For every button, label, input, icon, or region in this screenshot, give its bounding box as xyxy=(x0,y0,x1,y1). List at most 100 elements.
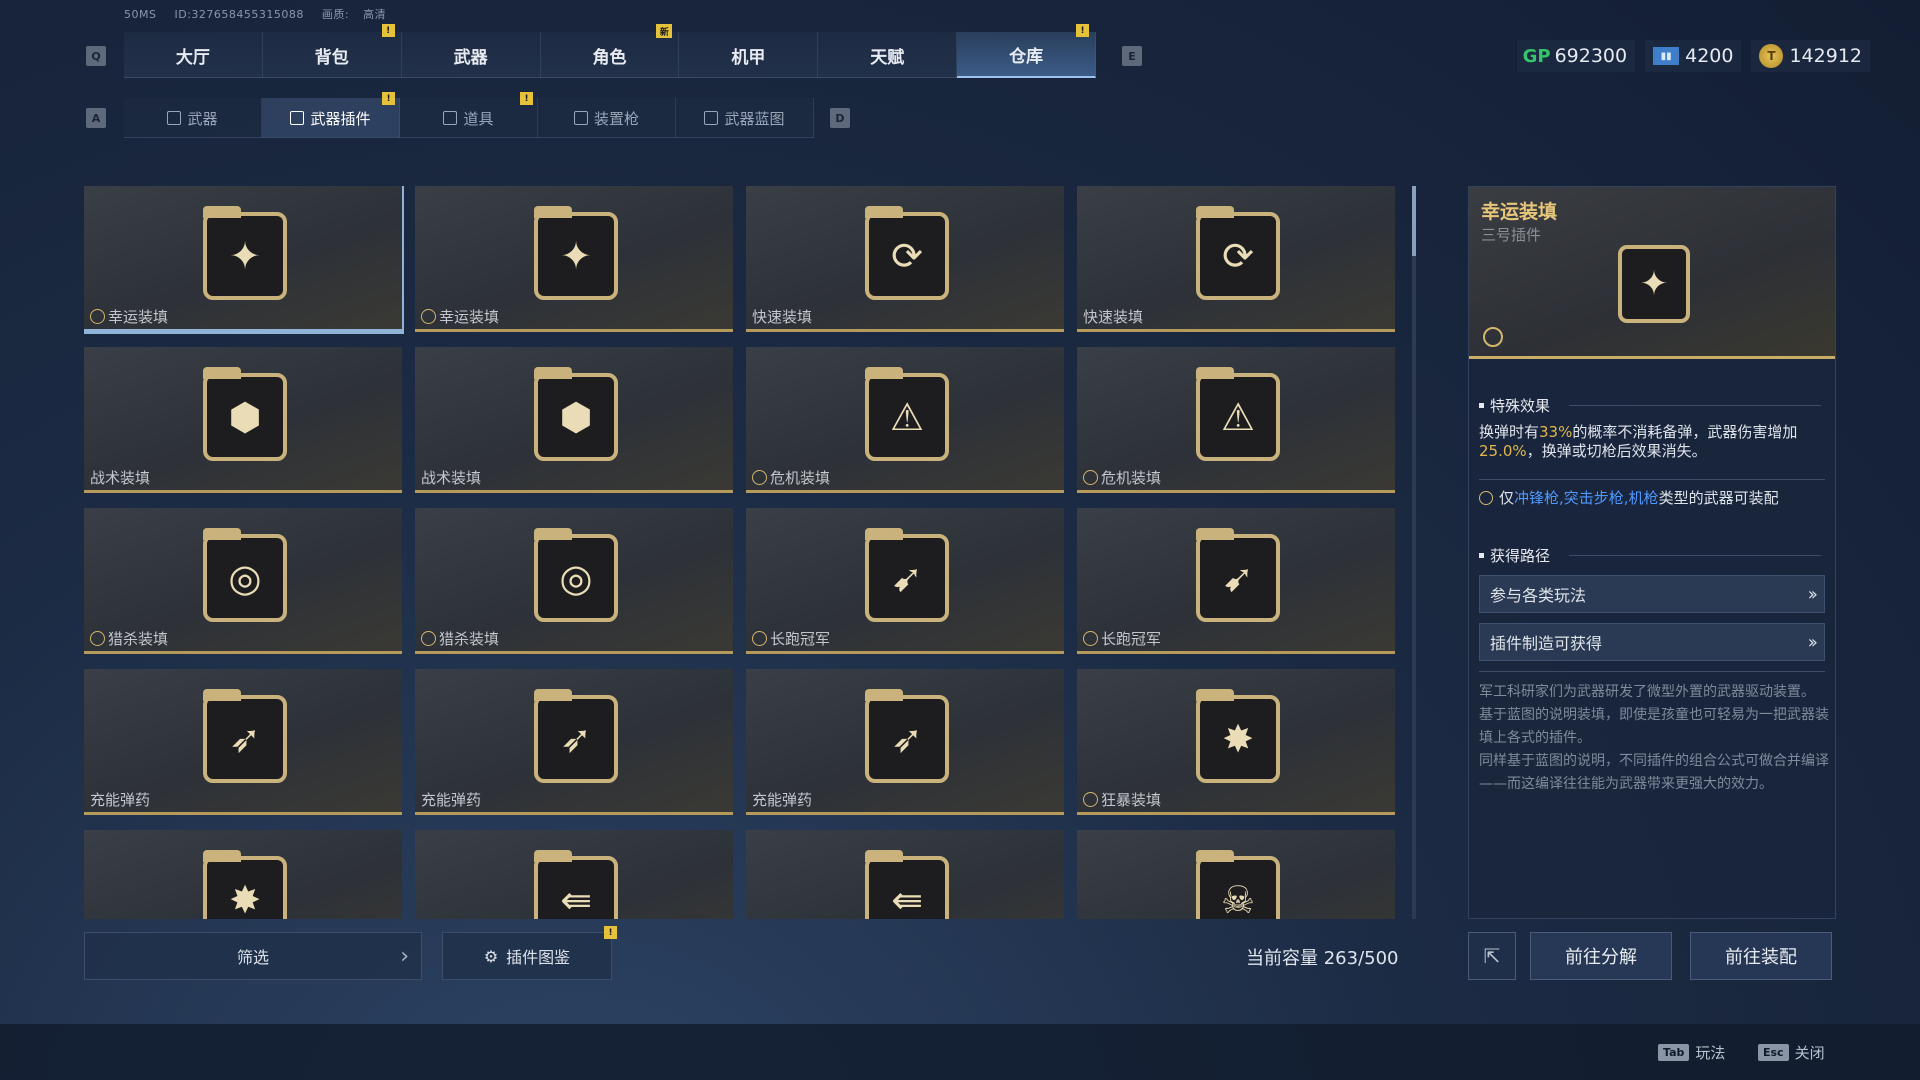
double-chevron-icon: ›› xyxy=(1807,583,1819,605)
prev-main-tab-key[interactable]: Q xyxy=(86,46,106,66)
sub-tab[interactable]: 武器蓝图 xyxy=(676,98,814,138)
plugin-name-label: 长跑冠军 xyxy=(770,630,831,648)
main-tab[interactable]: 大厅 xyxy=(124,32,263,78)
currency-bar: GP 692300 ▮▮ 4200 T 142912 xyxy=(1516,40,1870,72)
plugin-card[interactable]: ⬢ 战术装填 xyxy=(84,347,402,493)
plugin-glyph: ◎ xyxy=(559,556,593,600)
divider xyxy=(1569,405,1821,406)
detail-subtitle: 三号插件 xyxy=(1481,226,1542,244)
charged-bullet-icon: ➶ xyxy=(534,689,618,783)
plugin-card[interactable]: ⚠ 危机装填 xyxy=(1077,347,1395,493)
plugin-card[interactable]: ⇚ xyxy=(415,830,733,919)
plugin-card[interactable]: ◎ 猎杀装填 xyxy=(415,508,733,654)
main-tab-label: 仓库 xyxy=(1009,46,1044,67)
plugin-glyph: ✦ xyxy=(560,234,592,278)
device-gun-icon xyxy=(573,111,588,125)
runner-ammo-icon: ➹ xyxy=(1196,528,1280,622)
tab-key: Tab xyxy=(1658,1044,1690,1061)
gp-value: 692300 xyxy=(1554,45,1628,67)
prev-sub-tab-key[interactable]: A xyxy=(86,108,106,128)
sub-tab[interactable]: 道具! xyxy=(400,92,538,138)
plugin-glyph: ⟳ xyxy=(1222,234,1254,278)
esc-hint[interactable]: Esc 关闭 xyxy=(1758,1042,1825,1063)
tab-hint[interactable]: Tab 玩法 xyxy=(1658,1042,1725,1063)
plugin-glyph: ➶ xyxy=(560,717,592,761)
plugin-glyph: ⬢ xyxy=(559,395,593,439)
plugin-name: 猎杀装填 xyxy=(421,628,499,649)
main-tab[interactable]: 角色 新 xyxy=(541,24,680,78)
go-equip-button[interactable]: 前往装配 xyxy=(1690,932,1832,980)
sub-tab[interactable]: 装置枪 xyxy=(538,98,676,138)
equip-weapon-types: 冲锋枪,突击步枪,机枪 xyxy=(1514,489,1659,507)
plugin-name-label: 猎杀装填 xyxy=(439,630,500,648)
plugin-card[interactable]: ➶ 充能弹药 xyxy=(746,669,1064,815)
external-link-button[interactable]: ⇱ xyxy=(1468,932,1516,980)
grid-scroll-thumb[interactable] xyxy=(1412,186,1416,256)
plugin-detail-panel: 幸运装填 三号插件 ✦ 特殊效果 换弹时有33%的概率不消耗备弹，武器伤害增加 2… xyxy=(1468,186,1836,919)
plugin-glyph: ⇚ xyxy=(891,878,923,919)
sub-tab[interactable]: 武器插件! xyxy=(262,92,400,138)
tab-alert-badge: ! xyxy=(382,92,395,105)
plugin-card[interactable]: ⟳ 快速装填 xyxy=(1077,186,1395,332)
gear-icon xyxy=(1083,470,1098,485)
plugin-name-label: 充能弹药 xyxy=(90,791,151,809)
plugin-codex-button[interactable]: ⚙ 插件图鉴 xyxy=(442,932,612,980)
plugin-card[interactable]: ➶ 充能弹药 xyxy=(84,669,402,815)
gear-icon xyxy=(752,470,767,485)
plugin-glyph: ⚠ xyxy=(889,395,925,439)
arrow-gun-icon: ⇚ xyxy=(534,850,618,919)
source-gameplay-button[interactable]: 参与各类玩法 ›› xyxy=(1479,575,1825,613)
winged-bullet-icon: ✦ xyxy=(534,206,618,300)
plugin-card[interactable]: ✦ 幸运装填 xyxy=(84,186,404,334)
plugin-glyph: ◎ xyxy=(228,556,262,600)
plugin-name-label: 狂暴装填 xyxy=(1101,791,1162,809)
next-sub-tab-key[interactable]: D xyxy=(830,108,850,128)
filter-button[interactable]: 筛选 › xyxy=(84,932,422,980)
plugin-glyph: ☠ xyxy=(1220,878,1256,919)
main-tab[interactable]: 天赋 xyxy=(818,32,958,78)
plugin-name-label: 充能弹药 xyxy=(421,791,482,809)
charged-bullet-icon: ➶ xyxy=(203,689,287,783)
equip-restriction: 仅冲锋枪,突击步枪,机枪类型的武器可装配 xyxy=(1479,487,1779,508)
plugin-glyph: ✦ xyxy=(229,234,261,278)
plugin-card[interactable]: ✸ xyxy=(84,830,402,919)
gold-coin-icon: T xyxy=(1759,44,1784,68)
tactical-head-icon: ⬢ xyxy=(203,367,287,461)
main-tab[interactable]: 背包! xyxy=(263,24,402,78)
plugin-card[interactable]: ➹ 长跑冠军 xyxy=(746,508,1064,654)
crisis-ammo-icon: ⚠ xyxy=(865,367,949,461)
plugin-name: 狂暴装填 xyxy=(1083,789,1161,810)
charged-bullet-icon: ➶ xyxy=(865,689,949,783)
grid-scrollbar[interactable] xyxy=(1412,186,1416,919)
main-tab-label: 角色 xyxy=(592,47,627,68)
plugin-card[interactable]: ⚠ 危机装填 xyxy=(746,347,1064,493)
plugin-card[interactable]: ✸ 狂暴装填 xyxy=(1077,669,1395,815)
plugin-glyph: ⟳ xyxy=(891,234,923,278)
plugin-name: 快速装填 xyxy=(1083,306,1143,327)
plugin-glyph: ➶ xyxy=(229,717,261,761)
plugin-card[interactable]: ✦ 幸运装填 xyxy=(415,186,733,332)
source-crafting-button[interactable]: 插件制造可获得 ›› xyxy=(1479,623,1825,661)
plugin-card[interactable]: ⬢ 战术装填 xyxy=(415,347,733,493)
gear-icon xyxy=(90,309,105,324)
fast-reload-icon: ⟳ xyxy=(865,206,949,300)
main-tab[interactable]: 仓库! xyxy=(957,24,1097,78)
sub-tab-label: 道具 xyxy=(463,109,494,128)
skull-target-icon: ☠ xyxy=(1196,850,1280,919)
plugin-card[interactable]: ➹ 长跑冠军 xyxy=(1077,508,1395,654)
plugin-card[interactable]: ◎ 猎杀装填 xyxy=(84,508,402,654)
plugin-card[interactable]: ⟳ 快速装填 xyxy=(746,186,1064,332)
next-main-tab-key[interactable]: E xyxy=(1122,46,1142,66)
plugin-card[interactable]: ☠ xyxy=(1077,830,1395,919)
main-tab[interactable]: 武器 xyxy=(402,32,541,78)
sub-tab-label: 装置枪 xyxy=(593,109,639,128)
plugin-card[interactable]: ➶ 充能弹药 xyxy=(415,669,733,815)
main-tab[interactable]: 机甲 xyxy=(679,32,819,78)
ping-text: 50MS xyxy=(124,8,157,21)
plugin-name: 幸运装填 xyxy=(90,306,168,327)
plugin-card[interactable]: ⇚ xyxy=(746,830,1064,919)
lore-text: 军工科研家们为武器研发了微型外置的武器驱动装置。 基于蓝图的说明装填，即使是孩童… xyxy=(1479,681,1829,796)
sub-tab[interactable]: 武器 xyxy=(124,98,262,138)
go-disassemble-button[interactable]: 前往分解 xyxy=(1530,932,1672,980)
tab-alert-badge: ! xyxy=(381,24,395,37)
